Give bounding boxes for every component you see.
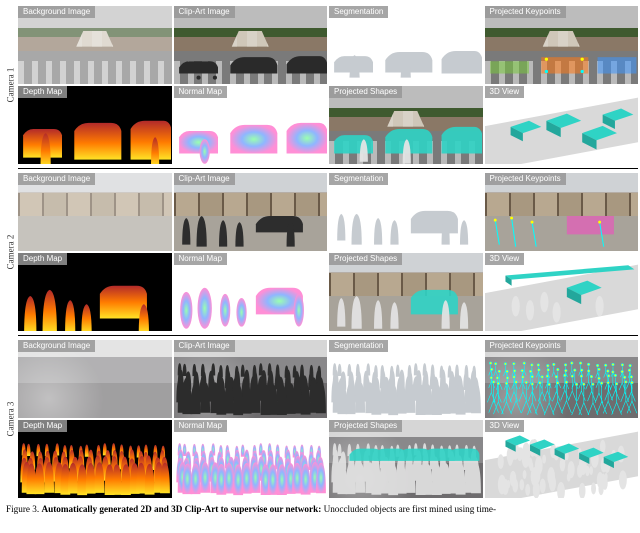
c1-segmentation: Segmentation <box>329 6 483 84</box>
camera-2-block: Camera 2 Background Image Clip-Art Image <box>2 171 638 333</box>
panel-label: Clip-Art Image <box>174 6 235 18</box>
c1-normal-map: Normal Map <box>174 86 328 164</box>
c1-projected-shapes: Projected Shapes <box>329 86 483 164</box>
panel-label: 3D View <box>485 86 525 98</box>
panel-label: Projected Keypoints <box>485 173 566 185</box>
panel-label: 3D View <box>485 420 525 432</box>
panel-label: Projected Shapes <box>329 253 402 265</box>
panel-label: Segmentation <box>329 173 388 185</box>
c2-clipart-image: Clip-Art Image <box>174 173 328 251</box>
panel-label: Clip-Art Image <box>174 173 235 185</box>
c2-3d-view: 3D View <box>485 253 639 331</box>
c3-background-image: Background Image <box>18 340 172 418</box>
camera-1-block: Camera 1 Background Image Clip-Art Image <box>2 4 638 166</box>
c3-projected-keypoints: Projected Keypoints <box>485 340 639 418</box>
panel-label: Clip-Art Image <box>174 340 235 352</box>
divider <box>18 335 638 336</box>
panel-label: Segmentation <box>329 340 388 352</box>
c3-clipart-image: Clip-Art Image <box>174 340 328 418</box>
panel-label: Projected Keypoints <box>485 6 566 18</box>
panel-label: Normal Map <box>174 253 228 265</box>
panel-label: Background Image <box>18 173 95 185</box>
panel-label: Background Image <box>18 340 95 352</box>
figure-caption: Figure 3. Automatically generated 2D and… <box>2 500 638 514</box>
c1-3d-view: 3D View <box>485 86 639 164</box>
c2-background-image: Background Image <box>18 173 172 251</box>
c1-clipart-image: Clip-Art Image <box>174 6 328 84</box>
c3-segmentation: Segmentation <box>329 340 483 418</box>
caption-body: Unoccluded objects are first mined using… <box>324 504 496 514</box>
camera-3-label-wrap: Camera 3 <box>2 338 18 500</box>
caption-figure-number: Figure 3. <box>6 504 39 514</box>
panel-label: Normal Map <box>174 86 228 98</box>
panel-label: Depth Map <box>18 420 67 432</box>
caption-title: Automatically generated 2D and 3D Clip-A… <box>41 504 321 514</box>
panel-label: Projected Shapes <box>329 420 402 432</box>
camera-3-block: Camera 3 Background Image Clip-Art Image… <box>2 338 638 500</box>
panel-label: Segmentation <box>329 6 388 18</box>
camera-2-grid: Background Image Clip-Art Image <box>18 171 638 333</box>
panel-label: Background Image <box>18 6 95 18</box>
panel-label: 3D View <box>485 253 525 265</box>
camera-2-label-wrap: Camera 2 <box>2 171 18 333</box>
camera-1-grid: Background Image Clip-Art Image <box>18 4 638 166</box>
divider <box>18 168 638 169</box>
c2-depth-map: Depth Map <box>18 253 172 331</box>
figure: Camera 1 Background Image Clip-Art Image <box>0 0 640 514</box>
c2-segmentation: Segmentation <box>329 173 483 251</box>
c1-depth-map: Depth Map <box>18 86 172 164</box>
c3-projected-shapes: Projected Shapes <box>329 420 483 498</box>
c2-projected-shapes: Projected Shapes <box>329 253 483 331</box>
camera-3-label: Camera 3 <box>5 402 15 437</box>
camera-1-label: Camera 1 <box>5 68 15 103</box>
c1-background-image: Background Image <box>18 6 172 84</box>
camera-2-label: Camera 2 <box>5 235 15 270</box>
c2-normal-map: Normal Map <box>174 253 328 331</box>
c3-normal-map: Normal Map <box>174 420 328 498</box>
panel-label: Depth Map <box>18 253 67 265</box>
camera-1-label-wrap: Camera 1 <box>2 4 18 166</box>
panel-label: Normal Map <box>174 420 228 432</box>
panel-label: Projected Shapes <box>329 86 402 98</box>
c3-depth-map: Depth Map <box>18 420 172 498</box>
panel-label: Projected Keypoints <box>485 340 566 352</box>
c2-projected-keypoints: Projected Keypoints <box>485 173 639 251</box>
c1-projected-keypoints: Projected Keypoints <box>485 6 639 84</box>
panel-label: Depth Map <box>18 86 67 98</box>
camera-3-grid: Background Image Clip-Art Image Segmenta… <box>18 338 638 500</box>
c3-3d-view: 3D View <box>485 420 639 498</box>
